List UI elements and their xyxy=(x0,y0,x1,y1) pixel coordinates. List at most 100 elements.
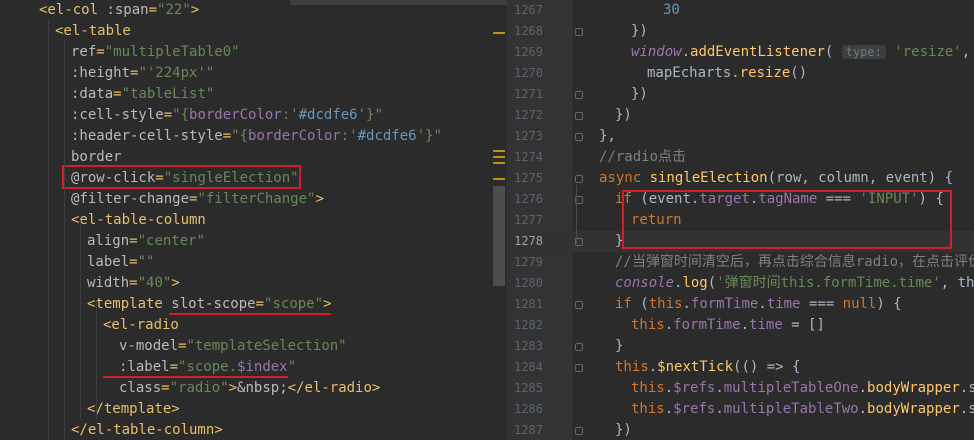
code-line[interactable]: @filter-change="filterChange"> xyxy=(0,189,507,210)
code-line[interactable]: //radio点击 xyxy=(507,147,974,168)
code-line[interactable]: :height="'224px'" xyxy=(0,63,507,84)
code-token: .s xyxy=(959,401,974,417)
highlight-if-block xyxy=(622,190,952,249)
fold-guide xyxy=(576,185,577,245)
code-token: addEventListener xyxy=(690,44,825,60)
code-line[interactable]: :header-cell-style="{borderColor:'#dcdfe… xyxy=(0,126,507,147)
code-token: </el-table-column> xyxy=(71,422,223,438)
scrollbar-thumb[interactable] xyxy=(493,186,505,286)
code-token: </el-radio> xyxy=(287,380,381,396)
code-line[interactable]: this.$refs.multipleTableTwo.bodyWrapper.… xyxy=(507,399,974,420)
code-token: :header-cell-style xyxy=(71,128,223,144)
code-token: }) xyxy=(615,422,632,438)
code-token: . xyxy=(715,380,724,396)
code-line[interactable]: window.addEventListener( type: 'resize', xyxy=(507,42,974,63)
code-token: $refs xyxy=(673,401,716,417)
code-line[interactable]: <el-table-column xyxy=(0,210,507,231)
code-token: slot-scope xyxy=(171,296,256,312)
code-token: }) xyxy=(631,86,648,102)
code-line[interactable]: this.formTime.time = [] xyxy=(507,315,974,336)
code-line[interactable]: }) xyxy=(507,21,974,42)
code-token: . xyxy=(648,359,658,375)
underline-label-index xyxy=(103,376,288,378)
code-token: window xyxy=(631,44,682,60)
code-line[interactable]: align="center" xyxy=(0,231,507,252)
code-line[interactable]: ref="multipleTable0" xyxy=(0,42,507,63)
code-token: "tableList" xyxy=(121,86,215,102)
code-line[interactable]: }, xyxy=(507,126,974,147)
code-line[interactable]: </el-table-column> xyxy=(0,420,507,440)
code-line[interactable]: }) xyxy=(507,420,974,440)
code-token: }) xyxy=(631,23,648,39)
code-token: . xyxy=(858,401,868,417)
code-token: &nbsp; xyxy=(237,380,288,396)
marker xyxy=(493,156,505,158)
code-token: "40" xyxy=(137,275,172,291)
code-line[interactable]: } xyxy=(507,336,974,357)
code-token: $refs xyxy=(673,380,716,396)
code-line[interactable]: async singleElection(row, column, event)… xyxy=(507,168,974,189)
code-line[interactable]: if (this.formTime.time === null) { xyxy=(507,294,974,315)
code-token: . xyxy=(682,296,691,312)
code-token: "radio" xyxy=(169,380,229,396)
code-token: "{ xyxy=(231,128,249,144)
code-token: . xyxy=(664,317,674,333)
code-token: v-model xyxy=(119,338,179,354)
code-line[interactable]: width="40"> xyxy=(0,273,507,294)
code-token: ( xyxy=(824,44,842,60)
code-token: ( xyxy=(707,275,717,291)
code-token: #dcdfe6 xyxy=(357,128,417,144)
code-token: } xyxy=(615,338,624,354)
code-token: "filterChange" xyxy=(197,191,316,207)
code-line[interactable]: mapEcharts.resize() xyxy=(507,63,974,84)
marker xyxy=(493,32,505,34)
code-token: :height xyxy=(71,65,131,81)
code-token: = xyxy=(129,233,138,249)
code-token: <el-radio xyxy=(103,317,179,333)
code-line[interactable]: }) xyxy=(507,84,974,105)
code-token: :span xyxy=(106,2,149,18)
code-token: () xyxy=(790,65,808,81)
editor-pane-script[interactable]: 1267 1268 1269 1270 1271 1272 1273 1274 1275 1276… xyxy=(507,0,974,440)
code-token: this xyxy=(615,359,649,375)
code-token: //radio点击 xyxy=(599,149,687,165)
code-token: . xyxy=(758,296,767,312)
code-token: (() => { xyxy=(733,359,801,375)
code-line[interactable]: v-model="templateSelection" xyxy=(0,336,507,357)
code-line[interactable]: <el-table xyxy=(0,21,507,42)
code-token: ( xyxy=(640,296,649,312)
code-token: = xyxy=(163,107,173,123)
code-token: "" xyxy=(137,254,155,270)
code-token: @filter-change xyxy=(71,191,190,207)
code-line[interactable]: 30 xyxy=(507,0,974,21)
code-token: singleElection xyxy=(649,170,768,186)
code-token: }, xyxy=(599,128,616,144)
code-line[interactable]: </template> xyxy=(0,399,507,420)
indent-guide xyxy=(96,300,97,420)
editor-pane-template[interactable]: <el-col :span="22"> <el-table ref="multipl… xyxy=(0,0,507,440)
code-token: "{ xyxy=(172,107,190,123)
code-token: 'resize' xyxy=(894,44,962,60)
code-line[interactable]: label="" xyxy=(0,252,507,273)
code-token: <el-table-column xyxy=(71,212,206,228)
code-line[interactable]: this.$nextTick(() => { xyxy=(507,357,974,378)
code-line[interactable]: :cell-style="{borderColor:'#dcdfe6'}" xyxy=(0,105,507,126)
code-line[interactable]: }) xyxy=(507,105,974,126)
code-line[interactable]: <template slot-scope="scope"> xyxy=(0,294,507,315)
code-line[interactable]: console.log('弹窗时间this.formTime.time', th… xyxy=(507,273,974,294)
code-token: multipleTableTwo xyxy=(723,401,859,417)
code-token: '}" xyxy=(357,107,383,123)
code-token: === xyxy=(800,296,843,312)
code-line[interactable]: //当弹窗时间清空后，再点击综合信息radio，在点击评价 xyxy=(507,252,974,273)
code-line[interactable]: :label="scope.$index" xyxy=(0,357,507,378)
code-token: mapEcharts. xyxy=(647,65,740,81)
code-line[interactable]: <el-radio xyxy=(0,315,507,336)
code-token: "scope. xyxy=(178,359,238,375)
code-line[interactable]: this.$refs.multipleTableOne.bodyWrapper.… xyxy=(507,378,974,399)
code-token: log xyxy=(682,275,708,291)
code-token: . xyxy=(715,401,724,417)
code-line[interactable]: class="radio">&nbsp;</el-radio> xyxy=(0,378,507,399)
code-line[interactable]: :data="tableList" xyxy=(0,84,507,105)
code-token: 30 xyxy=(663,2,680,18)
popup-edge xyxy=(290,0,507,5)
